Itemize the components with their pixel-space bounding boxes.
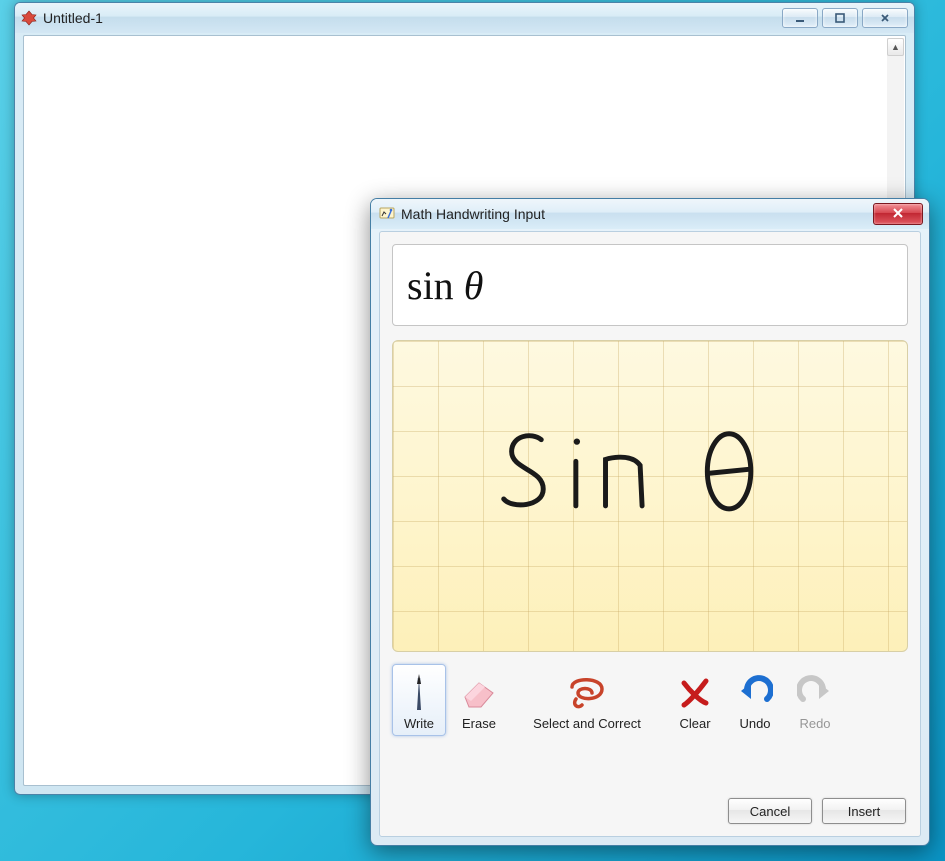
undo-icon	[737, 672, 773, 712]
ink-strokes	[393, 341, 907, 651]
clear-tool[interactable]: Clear	[668, 664, 722, 736]
window-caption-buttons	[778, 8, 908, 28]
notebook-title: Untitled-1	[43, 10, 778, 26]
lasso-icon	[564, 672, 610, 712]
clear-x-icon	[678, 672, 712, 712]
clear-label: Clear	[679, 716, 710, 731]
eraser-icon	[459, 672, 499, 712]
cancel-label: Cancel	[750, 804, 790, 819]
math-handwriting-window: Math Handwriting Input sin θ	[370, 198, 930, 846]
recognized-symbol: θ	[464, 262, 484, 309]
math-window-title: Math Handwriting Input	[401, 206, 873, 222]
erase-label: Erase	[462, 716, 496, 731]
math-client-area: sin θ	[379, 231, 921, 837]
close-icon	[891, 207, 905, 221]
close-button[interactable]	[873, 203, 923, 225]
maximize-button[interactable]	[822, 8, 858, 28]
redo-label: Redo	[799, 716, 830, 731]
toolbar: Write Erase Select and	[392, 664, 908, 736]
close-button[interactable]	[862, 8, 908, 28]
dialog-buttons: Cancel Insert	[728, 798, 906, 824]
math-input-icon	[379, 206, 395, 222]
undo-label: Undo	[739, 716, 770, 731]
minimize-button[interactable]	[782, 8, 818, 28]
handwriting-canvas[interactable]	[392, 340, 908, 652]
pen-icon	[404, 672, 434, 712]
write-tool[interactable]: Write	[392, 664, 446, 736]
scroll-up-icon[interactable]: ▲	[887, 38, 904, 56]
notebook-titlebar[interactable]: Untitled-1	[15, 3, 914, 33]
select-correct-label: Select and Correct	[533, 716, 641, 731]
insert-label: Insert	[848, 804, 881, 819]
math-titlebar[interactable]: Math Handwriting Input	[371, 199, 929, 229]
undo-tool[interactable]: Undo	[728, 664, 782, 736]
erase-tool[interactable]: Erase	[452, 664, 506, 736]
redo-icon	[797, 672, 833, 712]
write-label: Write	[404, 716, 434, 731]
recognized-expression[interactable]: sin θ	[392, 244, 908, 326]
mathematica-icon	[21, 10, 37, 26]
select-correct-tool[interactable]: Select and Correct	[512, 664, 662, 736]
cancel-button[interactable]: Cancel	[728, 798, 812, 824]
insert-button[interactable]: Insert	[822, 798, 906, 824]
recognized-text: sin	[407, 262, 454, 309]
redo-tool[interactable]: Redo	[788, 664, 842, 736]
